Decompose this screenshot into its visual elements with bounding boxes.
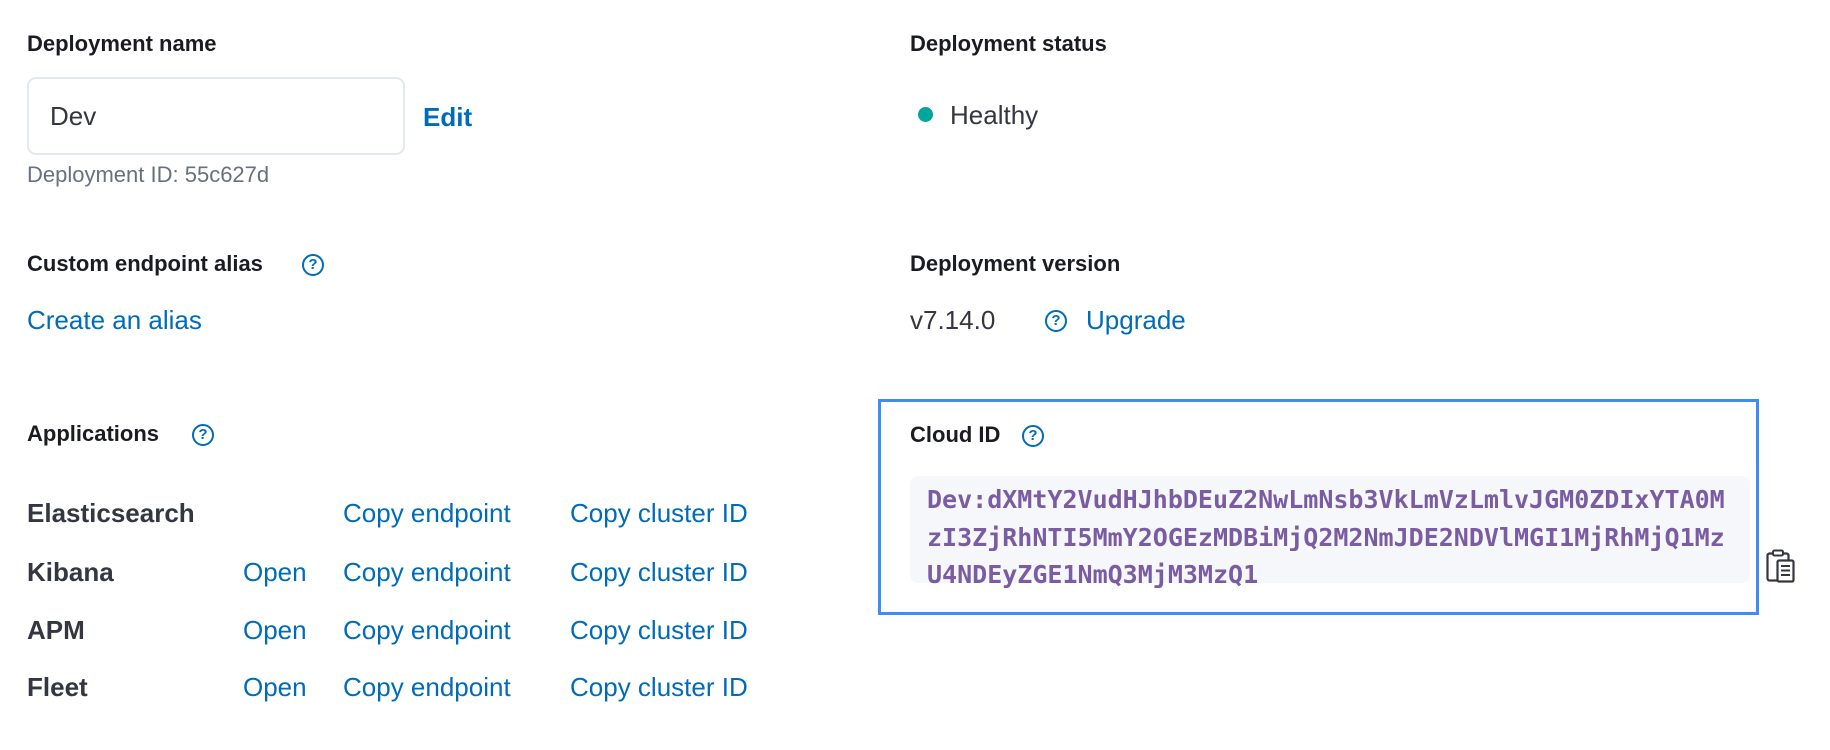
healthy-status-dot-icon [918, 107, 933, 122]
cloud-id-code-block[interactable]: Dev:dXMtY2VudHJhbDEuZ2NwLmNsb3VkLmVzLmlv… [910, 476, 1750, 589]
applications-label: Applications [27, 421, 160, 446]
cloud-id-line-1: Dev:dXMtY2VudHJhbDEuZ2NwLmNsb3VkLmVzLmlv… [927, 485, 1725, 514]
apm-copy-cluster-id-link[interactable]: Copy cluster ID [570, 614, 748, 646]
custom-endpoint-alias-label: Custom endpoint alias [27, 251, 263, 276]
edit-name-link[interactable]: Edit [423, 101, 472, 133]
elasticsearch-copy-endpoint-link[interactable]: Copy endpoint [343, 497, 511, 529]
deployment-name-label: Deployment name [27, 31, 217, 56]
kibana-open-link[interactable]: Open [243, 556, 307, 588]
app-name-kibana: Kibana [27, 557, 114, 587]
fleet-copy-cluster-id-link[interactable]: Copy cluster ID [570, 671, 748, 703]
deployment-version-label: Deployment version [910, 251, 1121, 276]
fleet-open-link[interactable]: Open [243, 671, 307, 703]
create-alias-link[interactable]: Create an alias [27, 304, 202, 336]
apm-copy-endpoint-link[interactable]: Copy endpoint [343, 614, 511, 646]
kibana-copy-endpoint-link[interactable]: Copy endpoint [343, 556, 511, 588]
apm-open-link[interactable]: Open [243, 614, 307, 646]
deployment-status-label: Deployment status [910, 31, 1107, 56]
app-name-fleet: Fleet [27, 672, 88, 702]
alias-help-icon[interactable]: ? [302, 254, 324, 276]
app-name-apm: APM [27, 615, 85, 645]
deployment-id-text: Deployment ID: 55c627d [27, 162, 270, 187]
cloud-id-line-3: U4NDEyZGE1NmQ3MjM3MzQ1 [927, 560, 1259, 589]
cloud-id-label: Cloud ID [910, 422, 1001, 447]
fleet-copy-endpoint-link[interactable]: Copy endpoint [343, 671, 511, 703]
cloud-id-line-2: zI3ZjRhNTI5MmY2OGEzMDBiMjQ2M2NmJDE2NDVlM… [927, 522, 1725, 552]
upgrade-link[interactable]: Upgrade [1086, 304, 1186, 336]
deployment-status-value: Healthy [950, 100, 1039, 130]
kibana-copy-cluster-id-link[interactable]: Copy cluster ID [570, 556, 748, 588]
deployment-name-input[interactable] [27, 77, 405, 155]
app-name-elasticsearch: Elasticsearch [27, 498, 195, 528]
version-help-icon[interactable]: ? [1045, 310, 1067, 332]
cloud-id-help-icon[interactable]: ? [1022, 425, 1044, 447]
clipboard-icon[interactable] [1766, 549, 1796, 583]
applications-help-icon[interactable]: ? [192, 424, 214, 446]
elasticsearch-copy-cluster-id-link[interactable]: Copy cluster ID [570, 497, 748, 529]
deployment-version-value: v7.14.0 [910, 305, 996, 335]
